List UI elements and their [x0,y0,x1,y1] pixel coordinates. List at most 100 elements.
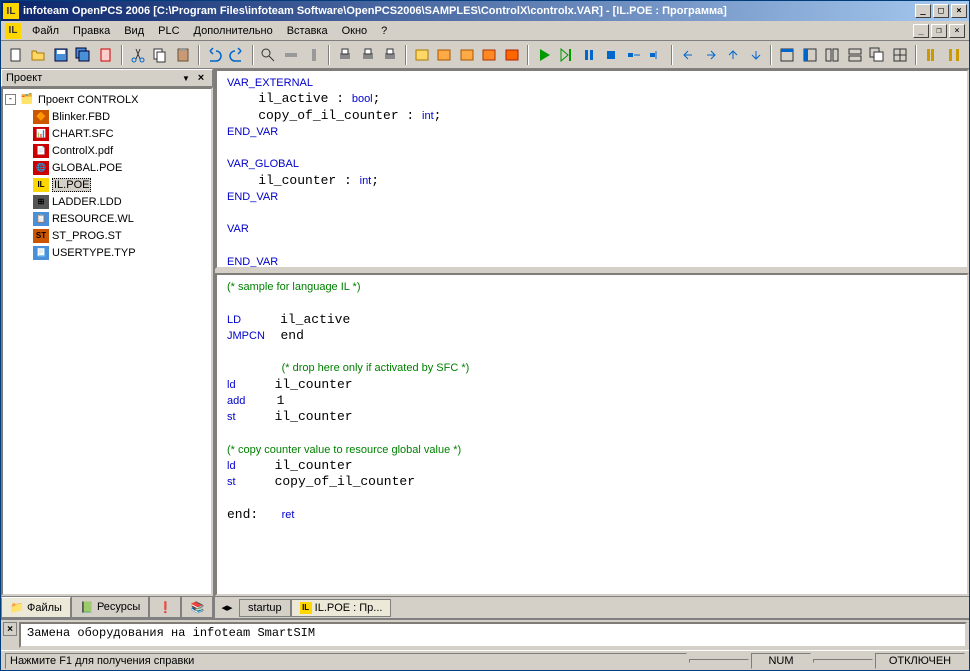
tool-b-button[interactable] [303,44,325,66]
editor-area: VAR_EXTERNAL il_active : bool; copy_of_i… [215,69,969,618]
tree-item-label: Blinker.FBD [52,111,110,123]
menubar: IL ФайлПравкаВидPLCДополнительноВставкаО… [1,21,969,41]
tab-icon: 📁 [10,601,24,615]
menu-plc[interactable]: PLC [151,23,186,39]
tab-nav-icon[interactable]: ◂▸ [219,600,235,616]
menu-вид[interactable]: Вид [117,23,151,39]
tree-item-label: GLOBAL.POE [52,162,122,174]
printb-button[interactable] [357,44,379,66]
maximize-button[interactable]: □ [933,4,949,18]
nav-b-button[interactable] [700,44,722,66]
sidebar-tab[interactable]: ❗ [149,597,181,618]
expand-icon[interactable]: - [5,94,16,105]
tree-root[interactable]: - 🗂️ Проект CONTROLX [5,91,209,108]
print-button[interactable] [334,44,356,66]
new-button[interactable] [5,44,27,66]
tree-item[interactable]: ILIL.POE [5,176,209,193]
build-c-button[interactable] [456,44,478,66]
save-button[interactable] [50,44,72,66]
win-a-button[interactable] [776,44,798,66]
run-button[interactable] [533,44,555,66]
saveall-button[interactable] [73,44,95,66]
tab-icon: 📚 [190,600,204,614]
menu-правка[interactable]: Правка [66,23,117,39]
sidebar-tab[interactable]: 📚 [181,597,213,618]
mdi-minimize-button[interactable]: _ [913,24,929,38]
step-button[interactable] [555,44,577,66]
build-e-button[interactable] [501,44,523,66]
project-tree[interactable]: - 🗂️ Проект CONTROLX 🔶Blinker.FBD📊CHART.… [1,87,213,596]
tree-item-label: USERTYPE.TYP [52,247,136,259]
menu-файл[interactable]: Файл [25,23,66,39]
copy-button[interactable] [149,44,171,66]
tree-item[interactable]: 🔶Blinker.FBD [5,108,209,125]
tree-item[interactable]: ⊞LADDER.LDD [5,193,209,210]
output-text[interactable]: Замена оборудования на infoteam SmartSIM [19,622,967,648]
project-sidebar: Проект ▼ × - 🗂️ Проект CONTROLX 🔶Blinker… [1,69,215,618]
menu-?[interactable]: ? [374,23,394,39]
build-a-button[interactable] [411,44,433,66]
mdi-restore-button[interactable]: ❐ [931,24,947,38]
tab-icon: IL [300,602,312,614]
tree-item[interactable]: STST_PROG.ST [5,227,209,244]
editor-tab[interactable]: ILIL.POE : Пр... [291,599,392,617]
tool-a-button[interactable] [280,44,302,66]
menu-дополнительно[interactable]: Дополнительно [187,23,280,39]
stop-button[interactable] [601,44,623,66]
minimize-button[interactable]: _ [915,4,931,18]
close-button[interactable]: × [951,4,967,18]
undo-button[interactable] [204,44,226,66]
pause-button[interactable] [578,44,600,66]
tree-item-label: ST_PROG.ST [52,230,122,242]
menu-вставка[interactable]: Вставка [280,23,335,39]
sidebar-tab[interactable]: 📗Ресурсы [71,597,149,618]
titlebar[interactable]: IL infoteam OpenPCS 2006 [C:\Program Fil… [1,1,969,21]
dbg-a-button[interactable] [623,44,645,66]
win-f-button[interactable] [889,44,911,66]
tree-item[interactable]: 📄ControlX.pdf [5,142,209,159]
nav-d-button[interactable] [745,44,767,66]
file-icon: ST [33,229,49,243]
status-connection: ОТКЛЮЧЕН [875,653,965,669]
col-a-button[interactable] [921,44,943,66]
win-d-button[interactable] [844,44,866,66]
dbg-b-button[interactable] [646,44,668,66]
win-e-button[interactable] [867,44,889,66]
sidebar-dropdown-icon[interactable]: ▼ [182,74,194,83]
printc-button[interactable] [379,44,401,66]
editor-tabs: ◂▸ startup ILIL.POE : Пр... [215,596,969,618]
tree-item[interactable]: 📋RESOURCE.WL [5,210,209,227]
zoom-button[interactable] [258,44,280,66]
paste-button[interactable] [172,44,194,66]
file-icon: 📊 [33,127,49,141]
win-c-button[interactable] [822,44,844,66]
nav-c-button[interactable] [722,44,744,66]
tree-item[interactable]: 📃USERTYPE.TYP [5,244,209,261]
col-b-button[interactable] [943,44,965,66]
editor-tab[interactable]: startup [239,599,291,617]
app-icon: IL [3,3,19,19]
cut-button[interactable] [127,44,149,66]
build-d-button[interactable] [479,44,501,66]
tree-item[interactable]: 🌐GLOBAL.POE [5,159,209,176]
mdi-icon: IL [5,23,21,39]
code-pane[interactable]: (* sample for language IL *) LD il_activ… [215,273,969,596]
menu-окно[interactable]: Окно [335,23,375,39]
sidebar-close-button[interactable]: × [194,72,208,84]
win-b-button[interactable] [799,44,821,66]
sidebar-tab[interactable]: 📁Файлы [1,597,71,618]
nav-a-button[interactable] [677,44,699,66]
tree-item-label: LADDER.LDD [52,196,122,208]
tree-item[interactable]: 📊CHART.SFC [5,125,209,142]
open-button[interactable] [28,44,50,66]
tab-label: startup [248,602,282,614]
redo-button[interactable] [226,44,248,66]
project-icon: 🗂️ [19,93,35,107]
tab-label: IL.POE : Пр... [315,602,383,614]
status-empty-1 [689,659,749,663]
mdi-close-button[interactable]: × [949,24,965,38]
build-b-button[interactable] [434,44,456,66]
close-file-button[interactable] [95,44,117,66]
output-close-button[interactable]: × [3,622,17,636]
declarations-pane[interactable]: VAR_EXTERNAL il_active : bool; copy_of_i… [215,69,969,269]
